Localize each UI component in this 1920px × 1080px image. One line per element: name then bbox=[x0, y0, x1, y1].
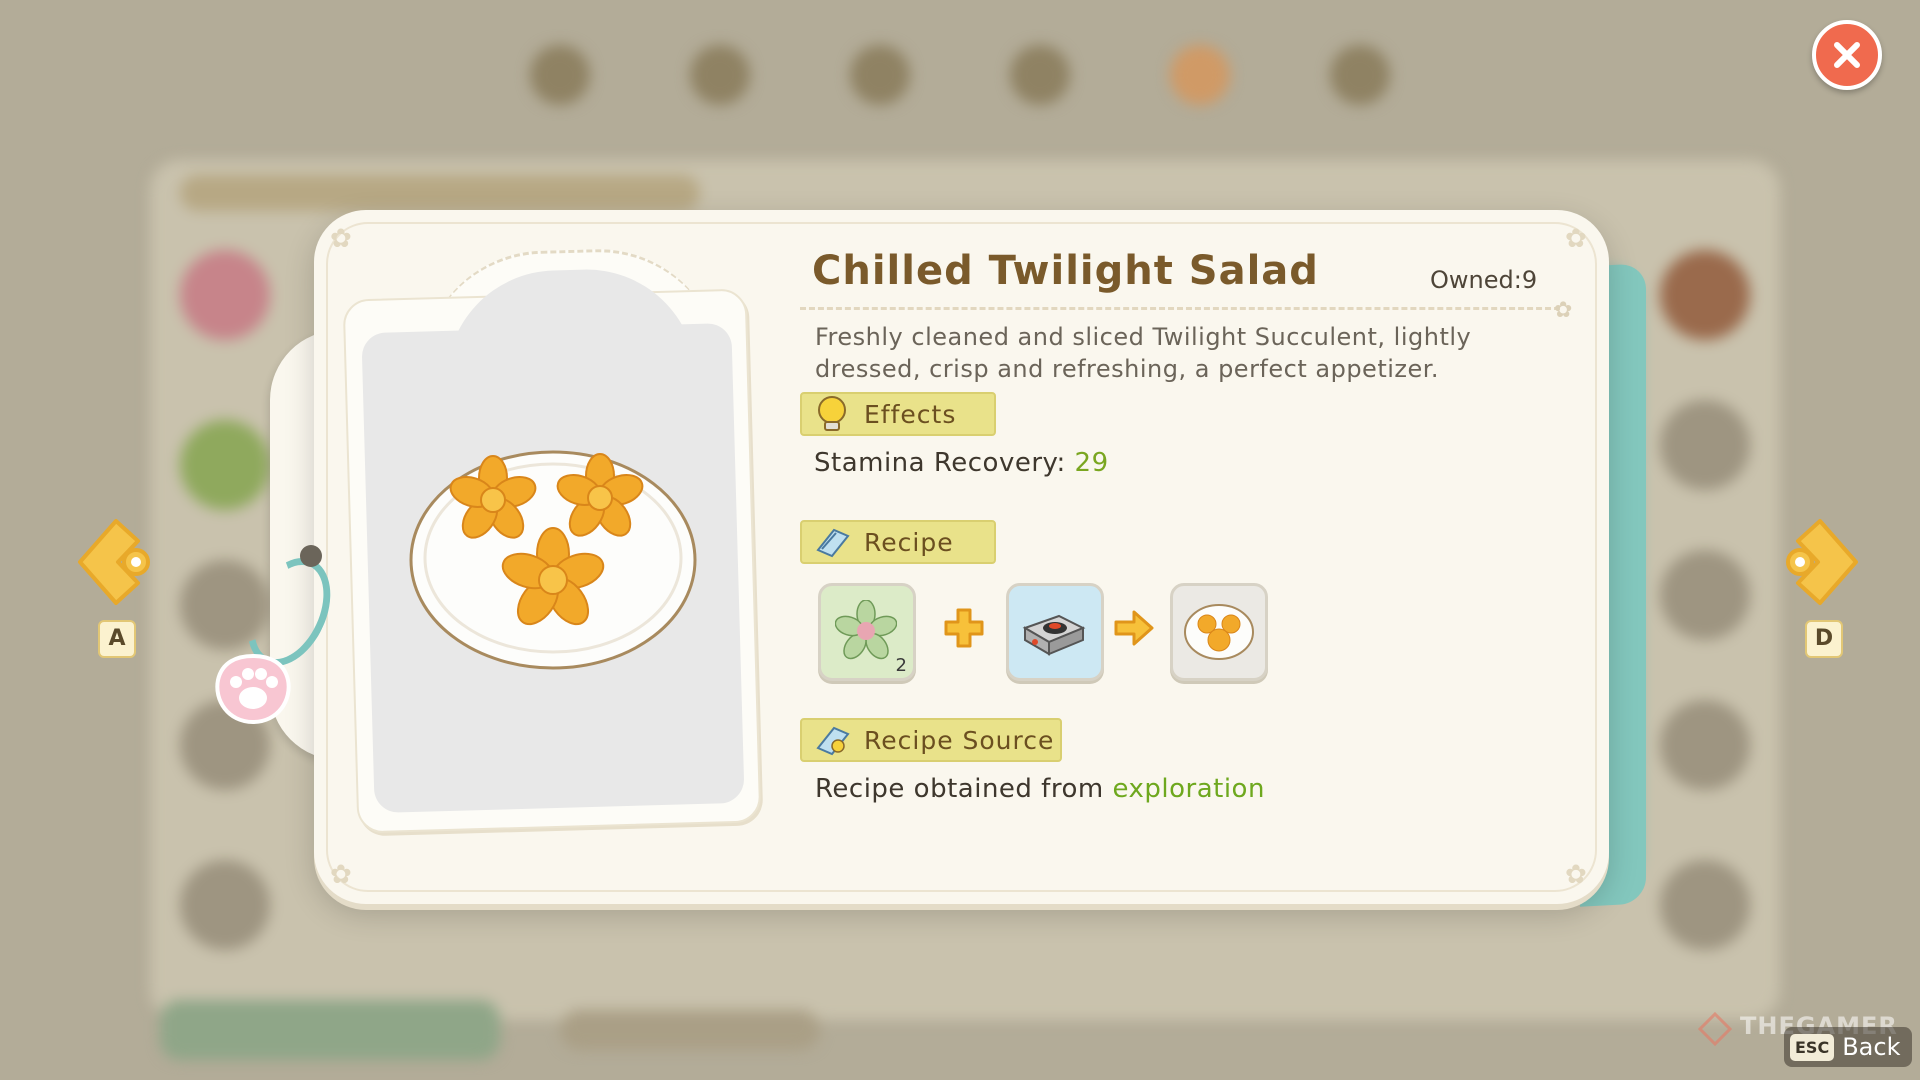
cooking-stove-icon bbox=[1022, 614, 1086, 656]
bg-category-icon bbox=[850, 45, 910, 105]
recipe-source-scroll-icon bbox=[812, 720, 852, 760]
item-title: Chilled Twilight Salad bbox=[812, 248, 1319, 294]
bg-item bbox=[180, 860, 270, 950]
chilled-twilight-salad-icon bbox=[409, 450, 697, 670]
bg-category-icon bbox=[1170, 45, 1230, 105]
prev-key-badge: A bbox=[98, 620, 136, 658]
tool-slot[interactable] bbox=[1006, 583, 1104, 681]
recipe-source-prefix: Recipe obtained from bbox=[815, 774, 1104, 804]
stat-value: 29 bbox=[1074, 448, 1109, 478]
back-button[interactable]: ESC Back bbox=[1784, 1027, 1913, 1067]
arrow-right-icon bbox=[1114, 610, 1154, 646]
recipe-source-link[interactable]: exploration bbox=[1112, 774, 1265, 804]
item-description: Freshly cleaned and sliced Twilight Succ… bbox=[815, 323, 1472, 383]
next-key-badge: D bbox=[1805, 620, 1843, 658]
watermark-logo-icon bbox=[1698, 1012, 1732, 1046]
esc-key-badge: ESC bbox=[1790, 1033, 1835, 1061]
effects-header: Effects bbox=[800, 392, 996, 436]
corner-flower-icon: ✿ bbox=[1565, 224, 1587, 254]
twilight-succulent-icon bbox=[835, 600, 897, 660]
bg-item bbox=[1660, 400, 1750, 490]
corner-flower-icon: ✿ bbox=[330, 224, 352, 254]
lightbulb-icon bbox=[812, 394, 852, 434]
bg-item bbox=[1660, 860, 1750, 950]
bg-category-icon bbox=[530, 45, 590, 105]
ingredient-slot[interactable]: 2 bbox=[818, 583, 916, 681]
paw-charm-icon bbox=[215, 653, 291, 725]
bg-item bbox=[1660, 700, 1750, 790]
plus-icon bbox=[944, 608, 984, 648]
next-arrow-button[interactable] bbox=[1780, 515, 1864, 609]
close-button[interactable] bbox=[1812, 20, 1882, 90]
stat-label: Stamina Recovery: bbox=[814, 448, 1066, 478]
close-icon bbox=[1834, 42, 1860, 68]
recipe-source-header: Recipe Source bbox=[800, 718, 1062, 762]
recipe-source-text: Recipe obtained from exploration bbox=[815, 774, 1265, 804]
bg-header-bar bbox=[180, 175, 700, 211]
owned-count: Owned:9 bbox=[1430, 266, 1538, 294]
ingredient-count: 2 bbox=[895, 655, 907, 676]
title-divider bbox=[800, 307, 1560, 310]
chilled-twilight-salad-result-icon bbox=[1184, 604, 1254, 660]
bg-category-icon bbox=[690, 45, 750, 105]
bg-item bbox=[1660, 550, 1750, 640]
bg-item bbox=[180, 250, 270, 340]
result-slot[interactable] bbox=[1170, 583, 1268, 681]
bg-category-icon bbox=[1330, 45, 1390, 105]
bg-bottom-bar bbox=[160, 1000, 500, 1060]
bg-item bbox=[180, 420, 270, 510]
back-label: Back bbox=[1842, 1033, 1901, 1061]
corner-flower-icon: ✿ bbox=[1565, 860, 1587, 890]
corner-flower-icon: ✿ bbox=[330, 860, 352, 890]
bg-item bbox=[1660, 250, 1750, 340]
recipe-scroll-icon bbox=[812, 522, 852, 562]
previous-arrow-button[interactable] bbox=[72, 515, 156, 609]
bg-bottom-bar bbox=[560, 1010, 820, 1050]
effects-header-label: Effects bbox=[864, 399, 957, 429]
divider-flower-icon: ✿ bbox=[1554, 298, 1573, 323]
bg-category-icon bbox=[1010, 45, 1070, 105]
recipe-source-header-label: Recipe Source bbox=[864, 725, 1055, 755]
recipe-header: Recipe bbox=[800, 520, 996, 564]
recipe-header-label: Recipe bbox=[864, 527, 954, 557]
stamina-recovery: Stamina Recovery: 29 bbox=[814, 448, 1109, 478]
keychain-hole bbox=[300, 545, 322, 567]
